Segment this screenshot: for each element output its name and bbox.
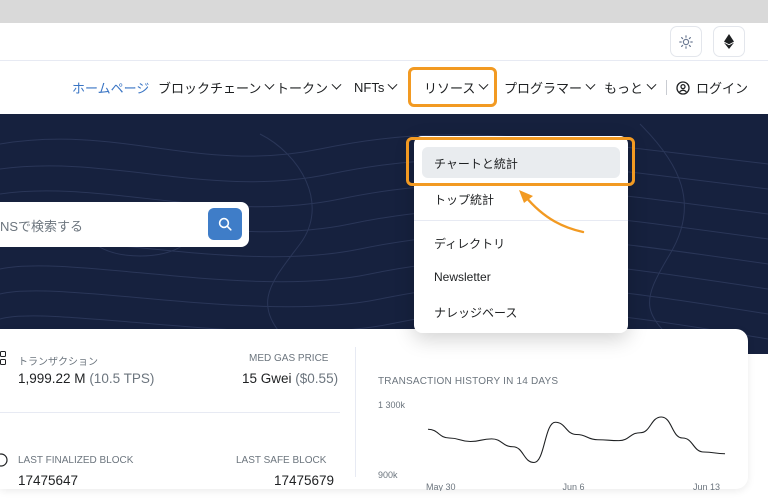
resources-highlight-box <box>408 67 497 107</box>
x-tick-label: May 30 <box>426 482 456 491</box>
top-bar <box>0 23 768 61</box>
x-tick-label: Jun 6 <box>563 482 585 491</box>
gas-price-gwei: 15 Gwei <box>242 371 292 386</box>
dropdown-item-directory[interactable]: ディレクトリ <box>434 235 505 252</box>
nav-more[interactable]: もっと <box>604 61 657 114</box>
chart-title: TRANSACTION HISTORY IN 14 DAYS <box>378 376 559 387</box>
finalized-block-label: LAST FINALIZED BLOCK <box>18 455 134 466</box>
browser-window: ホームページ ブロックチェーン トークン NFTs リソース プログラマー もっ… <box>0 23 768 501</box>
ethereum-icon <box>724 34 734 49</box>
chevron-down-icon <box>387 79 398 90</box>
transactions-value: 1,999.22 M (10.5 TPS) <box>18 371 154 386</box>
gas-price-value[interactable]: 15 Gwei ($0.55) <box>242 371 338 386</box>
nav-home[interactable]: ホームページ <box>72 61 149 114</box>
search-button[interactable] <box>208 208 242 240</box>
series-line <box>427 416 726 464</box>
safe-block-label: LAST SAFE BLOCK <box>236 455 327 466</box>
network-selector-button[interactable] <box>713 26 745 57</box>
nav-tokens-label: トークン <box>276 81 329 96</box>
chevron-down-icon <box>646 79 657 90</box>
transactions-icon <box>0 351 6 365</box>
nav-more-label: もっと <box>604 81 644 96</box>
dropdown-item-newsletter[interactable]: Newsletter <box>434 270 491 284</box>
transactions-tps: (10.5 TPS) <box>89 371 155 386</box>
transaction-history-chart[interactable]: 1 300k 900k May 30 Jun 6 Jun 13 <box>370 391 740 491</box>
search-input[interactable]: NSで検索する <box>0 216 83 235</box>
search-icon <box>218 217 232 231</box>
nav-login-label: ログイン <box>696 81 749 96</box>
user-circle-icon <box>676 80 690 95</box>
y-tick-label: 1 300k <box>378 400 406 410</box>
transactions-count: 1,999.22 M <box>18 371 86 386</box>
nav-blockchain[interactable]: ブロックチェーン <box>158 61 275 114</box>
network-stats-card: トランザクション 1,999.22 M (10.5 TPS) MED GAS P… <box>0 329 748 491</box>
y-tick-label: 900k <box>378 470 398 480</box>
block-icon <box>0 453 8 467</box>
stats-divider <box>0 412 340 413</box>
nav-login[interactable]: ログイン <box>676 61 748 114</box>
pointer-arrow-icon <box>519 190 585 234</box>
safe-block-value[interactable]: 17475679 <box>274 473 334 488</box>
chevron-down-icon <box>331 79 342 90</box>
sun-icon <box>679 34 693 49</box>
nav-blockchain-label: ブロックチェーン <box>158 81 262 96</box>
stats-vertical-divider <box>355 347 356 477</box>
dropdown-item-knowledge-base[interactable]: ナレッジベース <box>434 304 517 321</box>
chevron-down-icon <box>264 79 275 90</box>
x-tick-label: Jun 13 <box>693 482 720 491</box>
nav-developers[interactable]: プログラマー <box>504 61 596 114</box>
dropdown-item-top-stats[interactable]: トップ統計 <box>434 191 494 208</box>
nav-tokens[interactable]: トークン <box>276 61 342 114</box>
charts-stats-highlight-box <box>406 137 635 186</box>
gas-price-usd: ($0.55) <box>295 371 339 386</box>
theme-toggle-button[interactable] <box>670 26 702 57</box>
nav-home-label: ホームページ <box>72 81 150 96</box>
gas-price-label: MED GAS PRICE <box>249 353 329 364</box>
chevron-down-icon <box>585 79 596 90</box>
nav-nfts[interactable]: NFTs <box>354 61 398 114</box>
nav-divider <box>666 80 667 95</box>
finalized-block-value[interactable]: 17475647 <box>18 473 78 488</box>
main-navigation: ホームページ ブロックチェーン トークン NFTs リソース プログラマー もっ… <box>0 61 768 114</box>
nav-nfts-label: NFTs <box>354 80 385 95</box>
transactions-label: トランザクション <box>18 357 98 368</box>
search-bar: NSで検索する <box>0 202 249 247</box>
nav-developers-label: プログラマー <box>504 81 583 96</box>
